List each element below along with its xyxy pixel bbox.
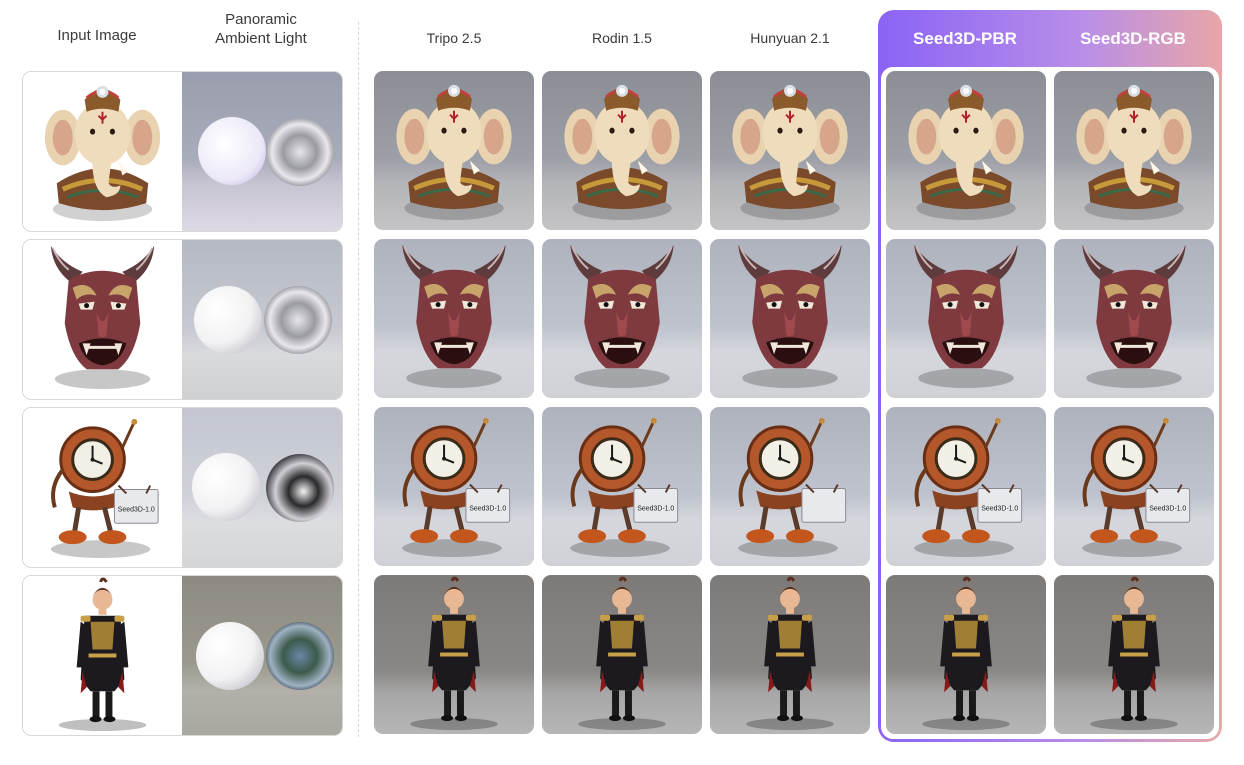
render-seed3d-pbr-uniform-boy — [886, 575, 1046, 734]
header-panoramic-ambient-light: Panoramic Ambient Light — [215, 11, 307, 47]
render-seed3d-rgb-uniform-boy — [1054, 575, 1214, 734]
render-rodin-ganesha — [542, 71, 702, 230]
ambient-light-preview — [182, 408, 342, 567]
render-seed3d-rgb-clock-robot: Seed3D-1.0 — [1054, 407, 1214, 566]
ambient-light-preview — [182, 72, 342, 231]
render-hunyuan-clock-robot — [710, 407, 870, 566]
sign-text: Seed3D-1.0 — [981, 505, 1018, 512]
input-cell-ganesha — [22, 71, 343, 232]
header-rodin: Rodin 1.5 — [592, 30, 652, 46]
header-seed3d-rgb: Seed3D-RGB — [1080, 29, 1186, 48]
input-cell-clock-robot: Seed3D-1.0 — [22, 407, 343, 568]
input-image-ganesha — [23, 72, 182, 231]
render-rodin-uniform-boy — [542, 575, 702, 734]
input-image-oni-mask — [23, 240, 182, 399]
input-cell-oni-mask — [22, 239, 343, 400]
header-tripo: Tripo 2.5 — [426, 30, 482, 46]
ambient-light-preview — [182, 240, 342, 399]
render-hunyuan-oni-mask — [710, 239, 870, 398]
sign-text: Seed3D-1.0 — [469, 505, 506, 512]
header-hunyuan: Hunyuan 2.1 — [750, 30, 830, 46]
render-seed3d-rgb-ganesha — [1054, 71, 1214, 230]
input-image-clock-robot: Seed3D-1.0 — [23, 408, 182, 567]
render-seed3d-pbr-clock-robot: Seed3D-1.0 — [886, 407, 1046, 566]
input-cell-uniform-boy — [22, 575, 343, 736]
ambient-light-preview — [182, 576, 342, 735]
sign-text: Seed3D-1.0 — [637, 505, 674, 512]
render-seed3d-pbr-oni-mask — [886, 239, 1046, 398]
header-seed3d-pbr: Seed3D-PBR — [913, 29, 1017, 48]
render-hunyuan-ganesha — [710, 71, 870, 230]
sign-text: Seed3D-1.0 — [1149, 505, 1186, 512]
render-rodin-clock-robot: Seed3D-1.0 — [542, 407, 702, 566]
input-image-uniform-boy — [23, 576, 182, 735]
sign-text: Seed3D-1.0 — [118, 506, 155, 513]
render-tripo-oni-mask — [374, 239, 534, 398]
render-tripo-ganesha — [374, 71, 534, 230]
render-seed3d-rgb-oni-mask — [1054, 239, 1214, 398]
render-tripo-uniform-boy — [374, 575, 534, 734]
render-seed3d-pbr-ganesha — [886, 71, 1046, 230]
render-hunyuan-uniform-boy — [710, 575, 870, 734]
render-tripo-clock-robot: Seed3D-1.0 — [374, 407, 534, 566]
column-divider — [358, 22, 359, 737]
render-rodin-oni-mask — [542, 239, 702, 398]
header-input-image: Input Image — [57, 27, 137, 44]
